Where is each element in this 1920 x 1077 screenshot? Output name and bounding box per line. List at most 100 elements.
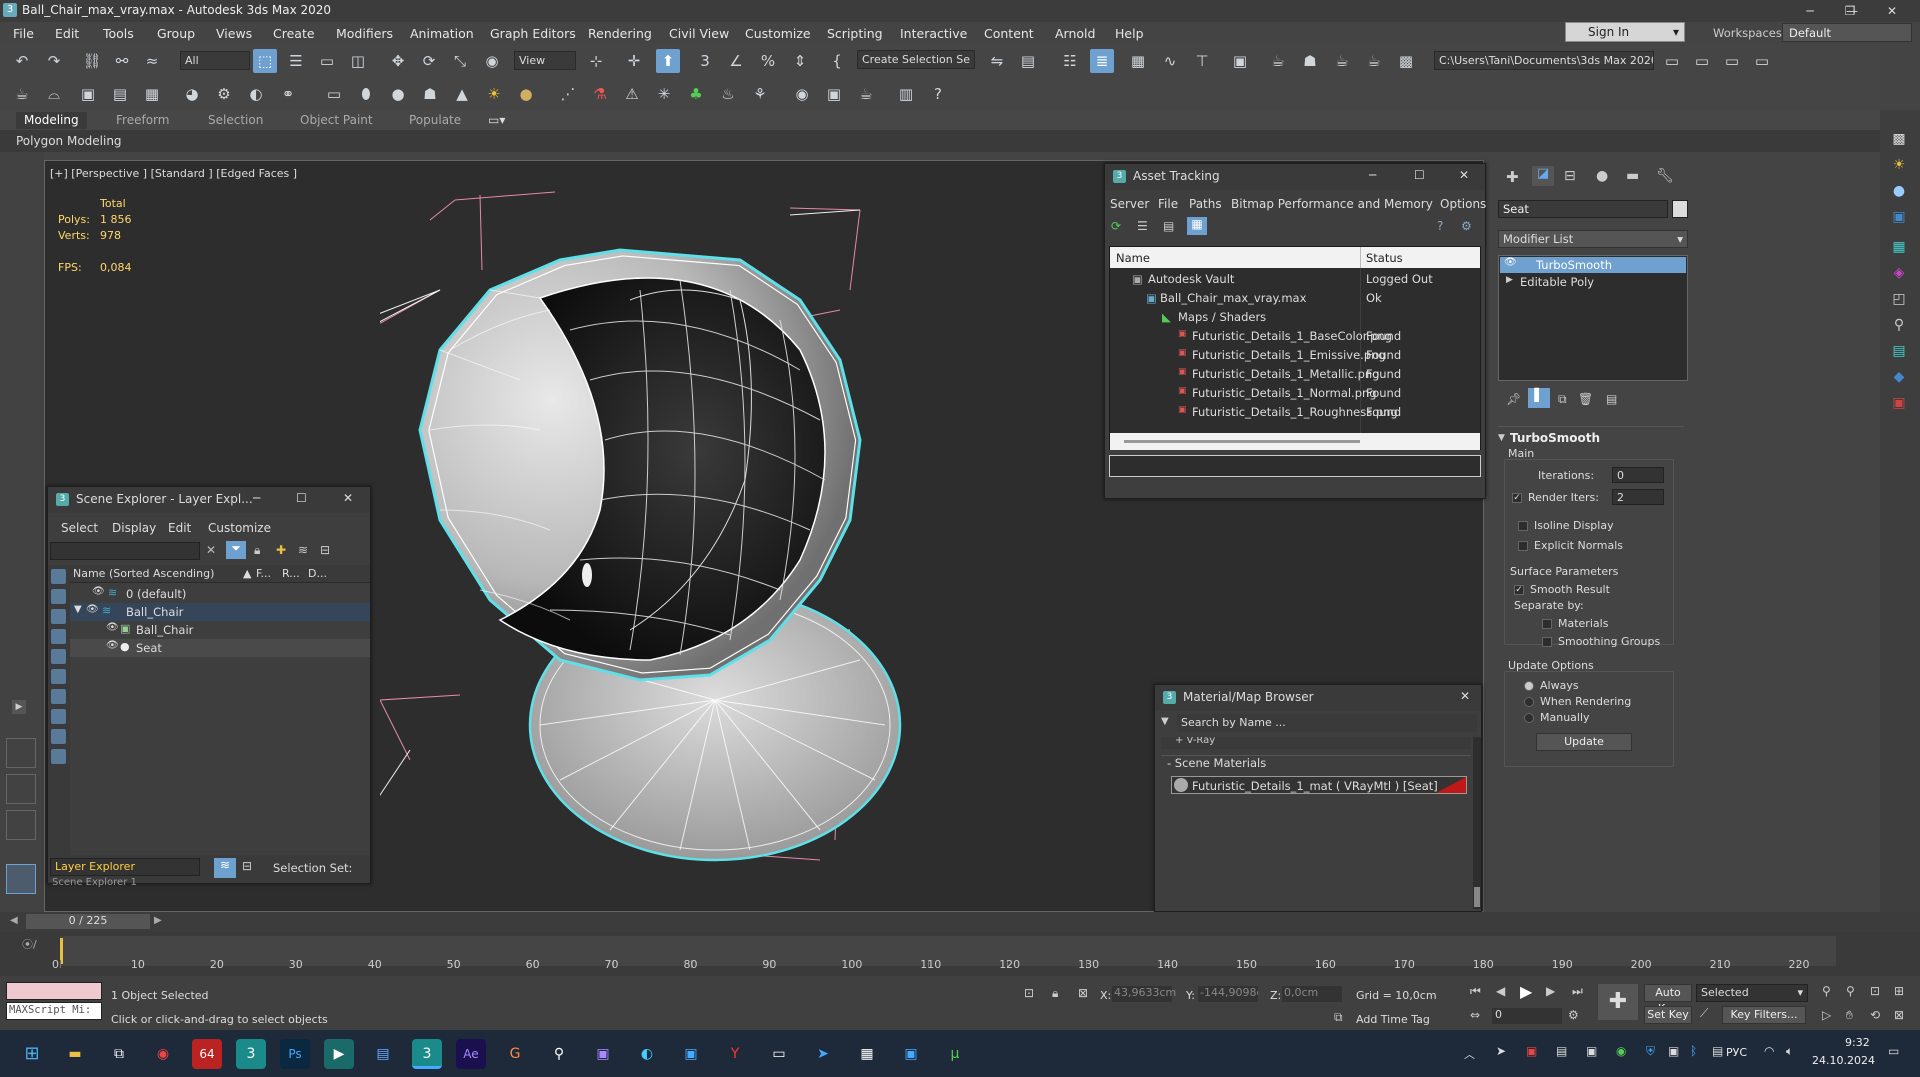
layers-icon[interactable]: ≋ bbox=[298, 543, 308, 557]
filter-xrefs-icon[interactable] bbox=[51, 709, 66, 724]
table-row[interactable]: ▣ Futuristic_Details_1_Roughness.png Fou… bbox=[1110, 402, 1480, 421]
scrollbar-thumb[interactable] bbox=[1124, 440, 1360, 443]
key-set-dropdown[interactable]: Selected ▾ bbox=[1696, 984, 1808, 1002]
asset-menu-bitmap[interactable]: Bitmap Performance and Memory bbox=[1231, 197, 1433, 211]
tray-network-icon[interactable]: ▤ bbox=[1556, 1044, 1567, 1058]
maximize-icon[interactable]: ☐ bbox=[296, 491, 307, 505]
hierarchy-mode-icon[interactable]: ⊟ bbox=[242, 859, 252, 873]
show-end-result-icon[interactable]: ▌ bbox=[1528, 388, 1550, 408]
material-editor-icon[interactable]: ▣ bbox=[1228, 49, 1252, 73]
refresh-icon[interactable]: ⟳ bbox=[1111, 219, 1121, 233]
filter-bones-icon[interactable] bbox=[51, 729, 66, 744]
scene-menu-display[interactable]: Display bbox=[112, 521, 156, 535]
64-icon[interactable]: 64 bbox=[192, 1039, 222, 1069]
sign-in-button[interactable]: Sign In ▾ bbox=[1565, 22, 1685, 42]
menu-edit[interactable]: Edit bbox=[55, 26, 79, 41]
vray-plane-icon[interactable]: ⚠ bbox=[620, 82, 644, 106]
smoothing-groups-row[interactable]: Smoothing Groups bbox=[1542, 635, 1660, 648]
turbosmooth-title[interactable]: TurboSmooth bbox=[1510, 431, 1600, 445]
window-crossing-icon[interactable]: ◫ bbox=[346, 49, 370, 73]
y-coordinate-field[interactable]: -144,9098c bbox=[1198, 986, 1258, 1002]
asset-menu-server[interactable]: Server bbox=[1110, 197, 1149, 211]
col-frozen[interactable]: F... bbox=[256, 567, 271, 580]
filter-spacewarps-icon[interactable] bbox=[51, 669, 66, 684]
current-frame-field[interactable]: 0 bbox=[1492, 1008, 1562, 1024]
scale-icon[interactable]: ⤡ bbox=[448, 49, 472, 73]
3dsmax-icon[interactable]: 3 bbox=[236, 1039, 266, 1069]
pin-stack-icon[interactable]: 📌︎ bbox=[1506, 392, 1521, 406]
auto-key-button[interactable]: Auto Key bbox=[1644, 984, 1692, 1015]
workspace-dropdown[interactable]: Default bbox=[1782, 23, 1912, 42]
plane-light-icon[interactable]: ▭ bbox=[322, 82, 346, 106]
help-icon[interactable]: ? bbox=[926, 82, 950, 106]
store-icon[interactable]: ▣ bbox=[676, 1039, 706, 1069]
menu-group[interactable]: Group bbox=[157, 26, 195, 41]
render-iters-checkbox[interactable]: ✓ bbox=[1512, 493, 1522, 503]
3dsmax-active-icon[interactable]: 3 bbox=[412, 1039, 442, 1069]
z-coordinate-field[interactable]: 0,0cm bbox=[1282, 986, 1342, 1002]
scrollbar-thumb[interactable] bbox=[1474, 887, 1480, 907]
material-browser-titlebar[interactable]: 3 Material/Map Browser ✕ bbox=[1155, 685, 1481, 711]
scene-menu-edit[interactable]: Edit bbox=[168, 521, 191, 535]
list-view-icon[interactable]: ☰ bbox=[1137, 219, 1148, 233]
time-slider-right-icon[interactable]: ▶ bbox=[154, 915, 162, 926]
isoline-row[interactable]: Isoline Display bbox=[1518, 519, 1614, 532]
list-item[interactable]: 👁︎ ● Seat bbox=[70, 639, 370, 657]
toggle-scene-explorer-icon[interactable]: ☷ bbox=[1058, 49, 1082, 73]
filter-shapes-icon[interactable] bbox=[51, 589, 66, 604]
vray-icon-2[interactable]: ▤ bbox=[108, 82, 132, 106]
smooth-result-checkbox[interactable]: ✓ bbox=[1514, 585, 1524, 595]
start-icon[interactable]: ⊞ bbox=[17, 1039, 47, 1069]
fur-icon[interactable]: ⚗ bbox=[588, 82, 612, 106]
key-tangent-icon[interactable]: ⟋ bbox=[1700, 1006, 1708, 1021]
track-bar[interactable]: ⦿/ 0 10 20 30 40 50 60 70 80 90 100 110 120 130 140 150… bbox=[0, 932, 1920, 976]
selection-filter-dropdown[interactable]: All bbox=[180, 51, 250, 70]
menu-tools[interactable]: Tools bbox=[103, 26, 134, 41]
close-icon[interactable]: ✕ bbox=[1459, 168, 1469, 182]
table-row[interactable]: ▣ Futuristic_Details_1_Normal.png Found bbox=[1110, 383, 1480, 402]
previous-frame-icon[interactable]: ◀︎ bbox=[1496, 984, 1505, 998]
tab-freeform[interactable]: Freeform bbox=[116, 113, 169, 127]
ribbon-options-icon[interactable]: ▭▾ bbox=[488, 113, 505, 127]
map-icon[interactable]: ▤ bbox=[1888, 340, 1910, 362]
ball-chair-model[interactable] bbox=[380, 180, 980, 880]
rotate-icon[interactable]: ⟳ bbox=[417, 49, 441, 73]
menu-modifiers[interactable]: Modifiers bbox=[336, 26, 393, 41]
spinner-snap-icon[interactable]: ⇕ bbox=[788, 49, 812, 73]
wand-icon[interactable]: ⚲ bbox=[1888, 314, 1910, 336]
minimize-icon[interactable]: ─ bbox=[1790, 0, 1830, 22]
vray-hf-icon[interactable]: ♨ bbox=[716, 82, 740, 106]
scene-search-input[interactable] bbox=[50, 542, 200, 560]
vertical-scrollbar[interactable] bbox=[1473, 737, 1481, 909]
list-item[interactable]: 👁︎ ▣ Ball_Chair bbox=[70, 621, 370, 639]
scene-menu-select[interactable]: Select bbox=[61, 521, 98, 535]
placement-icon[interactable]: ◉ bbox=[480, 49, 504, 73]
materials-checkbox[interactable] bbox=[1542, 619, 1552, 629]
tray-app-icon[interactable]: ▤ bbox=[1712, 1044, 1723, 1058]
close-icon[interactable]: ✕ bbox=[1460, 689, 1470, 703]
table-row[interactable]: ▣ Futuristic_Details_1_Emissive.png Foun… bbox=[1110, 345, 1480, 364]
minimize-icon[interactable]: ─ bbox=[253, 491, 260, 505]
select-object-icon[interactable]: ⬚ bbox=[253, 49, 277, 73]
redo-icon[interactable]: ↷ bbox=[42, 49, 66, 73]
grid-icon[interactable]: ▦ bbox=[1888, 236, 1910, 258]
menu-views[interactable]: Views bbox=[216, 26, 252, 41]
options-icon[interactable]: ⚙ bbox=[1461, 219, 1472, 233]
vray-material-icon[interactable]: ◉ bbox=[790, 82, 814, 106]
move-icon[interactable]: ✥ bbox=[386, 49, 410, 73]
g-icon[interactable]: G bbox=[500, 1039, 530, 1069]
render-iters-spinner[interactable]: 2 bbox=[1612, 489, 1664, 505]
motion-tab-icon[interactable]: ● bbox=[1596, 168, 1608, 184]
telegram-icon[interactable]: ➤ bbox=[808, 1039, 838, 1069]
modifier-editable-poly[interactable]: ▶ Editable Poly bbox=[1500, 274, 1686, 290]
zoom-extents-all-icon[interactable]: ⊞ bbox=[1894, 984, 1904, 998]
explorer-type-dropdown[interactable]: Layer Explorer bbox=[50, 858, 200, 876]
vray-icon-3[interactable]: ▦ bbox=[140, 82, 164, 106]
time-tag-icon[interactable]: ⧉ bbox=[1334, 1010, 1343, 1025]
tab-modeling[interactable]: Modeling bbox=[16, 112, 87, 129]
modifier-turbosmooth[interactable]: 👁︎ TurboSmooth bbox=[1500, 257, 1686, 273]
visibility-icon[interactable]: 👁︎ bbox=[106, 640, 119, 651]
absolute-mode-icon[interactable]: ⊠ bbox=[1078, 986, 1088, 1000]
list-item[interactable]: ▼ 👁︎ ≋ Ball_Chair bbox=[70, 603, 370, 621]
vray-vfb-icon[interactable]: ▣ bbox=[822, 82, 846, 106]
